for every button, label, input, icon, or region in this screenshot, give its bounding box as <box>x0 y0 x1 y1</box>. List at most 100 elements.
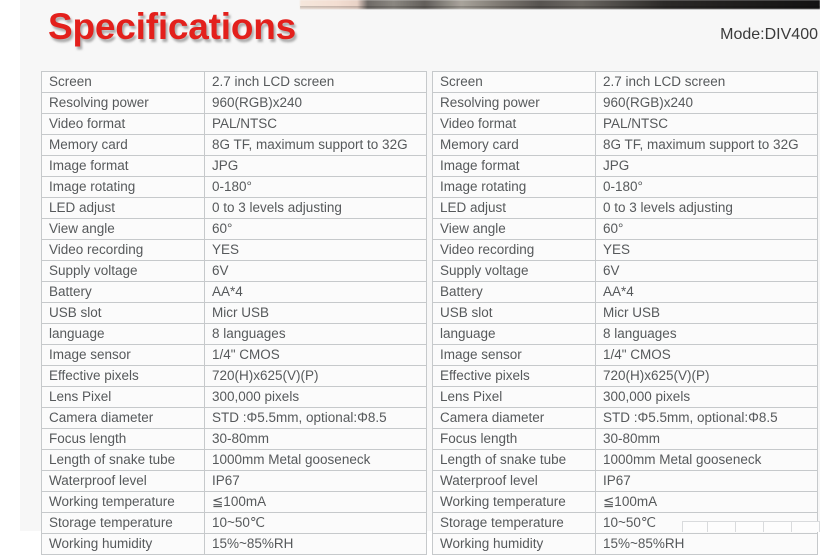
spec-value-cell: 0-180° <box>204 176 427 198</box>
spec-value-cell: 30-80mm <box>595 428 818 450</box>
table-row: LED adjust 0 to 3 levels adjusting <box>41 197 427 219</box>
spec-value-cell: 6V <box>204 260 427 282</box>
spec-key-cell: Waterproof level <box>41 470 205 492</box>
spec-key-cell: Storage temperature <box>432 512 596 534</box>
table-row: Camera diameter STD :Φ5.5mm, optional:Φ8.… <box>41 407 427 429</box>
table-row: Image rotating 0-180° <box>432 176 818 198</box>
table-row: View angle 60° <box>432 218 818 240</box>
spec-key-cell: View angle <box>432 218 596 240</box>
table-row: Image format JPG <box>432 155 818 177</box>
spec-value-cell: PAL/NTSC <box>204 113 427 135</box>
spec-key-cell: Resolving power <box>432 92 596 114</box>
table-row: Lens Pixel 300,000 pixels <box>432 386 818 408</box>
next-table-edge <box>682 521 820 532</box>
spec-key-cell: Camera diameter <box>432 407 596 429</box>
spec-key-cell: Memory card <box>432 134 596 156</box>
table-row: Resolving power 960(RGB)x240 <box>432 92 818 114</box>
spec-value-cell: AA*4 <box>595 281 818 303</box>
spec-value-cell: 960(RGB)x240 <box>595 92 818 114</box>
spec-key-cell: language <box>41 323 205 345</box>
spec-key-cell: Screen <box>432 71 596 93</box>
spec-key-cell: Screen <box>41 71 205 93</box>
spec-key-cell: Battery <box>41 281 205 303</box>
spec-value-cell: 15%~85%RH <box>204 533 427 555</box>
table-row: Working temperature ≦100mA <box>41 491 427 513</box>
table-row: Waterproof level IP67 <box>432 470 818 492</box>
spec-value-cell: Micr USB <box>204 302 427 324</box>
spec-value-cell: 720(H)x625(V)(P) <box>595 365 818 387</box>
spec-key-cell: Image sensor <box>432 344 596 366</box>
spec-value-cell: YES <box>204 239 427 261</box>
spec-key-cell: Video format <box>41 113 205 135</box>
table-row: language 8 languages <box>432 323 818 345</box>
spec-key-cell: Battery <box>432 281 596 303</box>
slide-header: Specifications Mode:DIV400 <box>20 0 820 66</box>
left-spec-table-body: Screen 2.7 inch LCD screen Resolving power… <box>41 71 427 555</box>
spec-key-cell: Video recording <box>432 239 596 261</box>
table-row: Video recording YES <box>432 239 818 261</box>
table-row: Length of snake tube 1000mm Metal goosene… <box>432 449 818 471</box>
spec-key-cell: Length of snake tube <box>41 449 205 471</box>
table-row: Video format PAL/NTSC <box>41 113 427 135</box>
spec-key-cell: Effective pixels <box>432 365 596 387</box>
specifications-tables: Screen 2.7 inch LCD screen Resolving power… <box>41 71 818 555</box>
spec-key-cell: Working temperature <box>432 491 596 513</box>
spec-key-cell: Lens Pixel <box>41 386 205 408</box>
right-spec-table-body: Screen 2.7 inch LCD screen Resolving power… <box>432 71 818 555</box>
spec-key-cell: Effective pixels <box>41 365 205 387</box>
spec-value-cell: 300,000 pixels <box>595 386 818 408</box>
spec-key-cell: USB slot <box>41 302 205 324</box>
left-spec-table: Screen 2.7 inch LCD screen Resolving power… <box>41 71 427 555</box>
table-row: Image format JPG <box>41 155 427 177</box>
table-row: Battery AA*4 <box>41 281 427 303</box>
table-row: Image sensor 1/4" CMOS <box>432 344 818 366</box>
spec-key-cell: Camera diameter <box>41 407 205 429</box>
spec-key-cell: Image format <box>41 155 205 177</box>
spec-key-cell: Waterproof level <box>432 470 596 492</box>
spec-value-cell: 1000mm Metal gooseneck <box>204 449 427 471</box>
table-row: Lens Pixel 300,000 pixels <box>41 386 427 408</box>
spec-key-cell: language <box>432 323 596 345</box>
spec-key-cell: LED adjust <box>41 197 205 219</box>
spec-value-cell: 8G TF, maximum support to 32G <box>595 134 818 156</box>
spec-value-cell: STD :Φ5.5mm, optional:Φ8.5 <box>595 407 818 429</box>
table-row: Resolving power 960(RGB)x240 <box>41 92 427 114</box>
table-row: Image rotating 0-180° <box>41 176 427 198</box>
table-row: Effective pixels 720(H)x625(V)(P) <box>41 365 427 387</box>
model-label: Mode:DIV400 <box>720 26 818 43</box>
spec-value-cell: Micr USB <box>595 302 818 324</box>
spec-key-cell: Storage temperature <box>41 512 205 534</box>
table-row: Video format PAL/NTSC <box>432 113 818 135</box>
spec-key-cell: Working humidity <box>41 533 205 555</box>
spec-value-cell: 0-180° <box>595 176 818 198</box>
spec-key-cell: Supply voltage <box>41 260 205 282</box>
spec-value-cell: YES <box>595 239 818 261</box>
spec-key-cell: Lens Pixel <box>432 386 596 408</box>
spec-value-cell: 1/4" CMOS <box>595 344 818 366</box>
page-title: Specifications <box>48 6 297 47</box>
spec-value-cell: JPG <box>204 155 427 177</box>
spec-key-cell: Image format <box>432 155 596 177</box>
spec-key-cell: View angle <box>41 218 205 240</box>
spec-key-cell: Resolving power <box>41 92 205 114</box>
table-row: Camera diameter STD :Φ5.5mm, optional:Φ8.… <box>432 407 818 429</box>
table-row: Effective pixels 720(H)x625(V)(P) <box>432 365 818 387</box>
table-row: Working temperature ≦100mA <box>432 491 818 513</box>
spec-key-cell: Focus length <box>41 428 205 450</box>
table-row: Battery AA*4 <box>432 281 818 303</box>
table-row: USB slot Micr USB <box>41 302 427 324</box>
spec-value-cell: 0 to 3 levels adjusting <box>204 197 427 219</box>
spec-value-cell: ≦100mA <box>204 491 427 513</box>
spec-key-cell: Focus length <box>432 428 596 450</box>
table-row: Storage temperature 10~50℃ <box>41 512 427 534</box>
spec-key-cell: Video recording <box>41 239 205 261</box>
right-spec-table: Screen 2.7 inch LCD screen Resolving power… <box>432 71 818 555</box>
spec-key-cell: Working humidity <box>432 533 596 555</box>
spec-value-cell: 2.7 inch LCD screen <box>204 71 427 93</box>
spec-value-cell: 8G TF, maximum support to 32G <box>204 134 427 156</box>
spec-key-cell: USB slot <box>432 302 596 324</box>
spec-key-cell: Image rotating <box>41 176 205 198</box>
table-row: Supply voltage 6V <box>432 260 818 282</box>
table-row: language 8 languages <box>41 323 427 345</box>
spec-value-cell: 0 to 3 levels adjusting <box>595 197 818 219</box>
